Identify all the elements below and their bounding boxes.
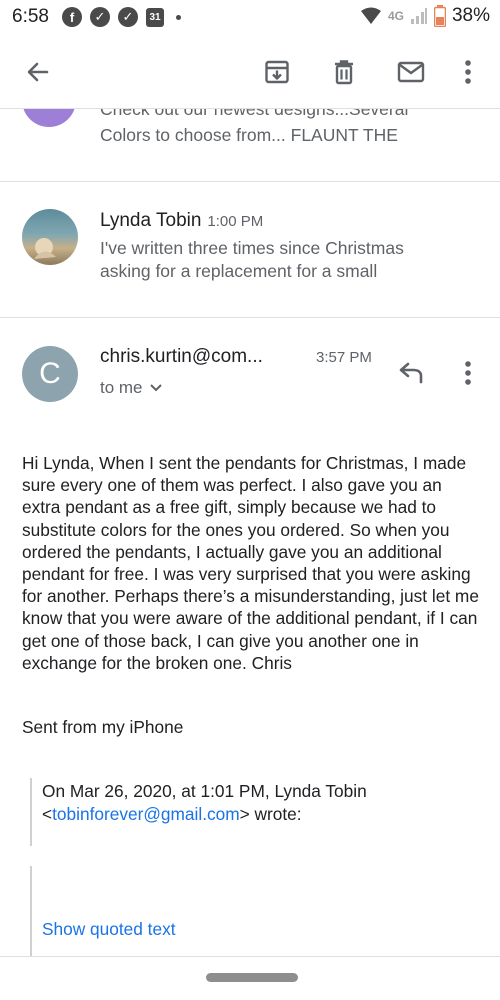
collapsed-message-lynda[interactable]: Lynda Tobin 1:00 PM I've written three ti…: [0, 182, 500, 317]
chevron-down-icon: [149, 384, 162, 392]
facebook-icon: f: [62, 7, 82, 27]
sender-email[interactable]: chris.kurtin@com...: [100, 346, 263, 368]
show-quoted-text-link[interactable]: Show quoted text: [42, 919, 176, 940]
message-more-icon[interactable]: [450, 355, 486, 391]
quote-header: On Mar 26, 2020, at 1:01 PM, Lynda Tobin…: [42, 781, 367, 824]
avatar: [22, 109, 76, 127]
quoted-email-link[interactable]: tobinforever@gmail.com: [52, 804, 240, 824]
quote-bar: [30, 866, 32, 956]
profile-photo: [34, 238, 56, 259]
recipient-details-toggle[interactable]: to me: [100, 378, 163, 398]
delete-icon[interactable]: [326, 54, 362, 90]
preview-line: I've written three times since Christmas: [100, 238, 404, 258]
quote-bar: [30, 778, 32, 846]
message-divider: [0, 317, 500, 318]
collapsed-message-top[interactable]: Check out our newest designs...Several C…: [0, 109, 500, 181]
message-time: 3:57 PM: [316, 349, 372, 366]
preview-line: asking for a replacement for a small: [100, 261, 378, 281]
network-type: 4G: [387, 9, 404, 23]
calendar-icon: 31: [146, 7, 164, 27]
back-arrow-icon[interactable]: [20, 54, 56, 90]
more-vert-icon[interactable]: [450, 54, 486, 90]
more-notifications-dot-icon: [176, 14, 181, 20]
archive-icon[interactable]: [259, 54, 295, 90]
avatar: [22, 209, 78, 265]
gesture-nav-handle[interactable]: [206, 973, 298, 982]
signal-icon: [410, 8, 427, 24]
avatar-letter: C: [39, 357, 61, 390]
message-signature: Sent from my iPhone: [22, 717, 184, 737]
avatar: C: [22, 346, 78, 402]
mark-unread-icon[interactable]: [393, 54, 429, 90]
preview-line: Colors to choose from... FLAUNT THE: [100, 125, 398, 145]
message-body: Hi Lynda, When I sent the pendants for C…: [22, 453, 479, 673]
wifi-icon: [360, 7, 381, 24]
battery-percent: 38%: [451, 5, 490, 26]
toolbar: [0, 36, 500, 108]
sender-name: Lynda Tobin 1:00 PM: [100, 210, 264, 231]
reply-icon[interactable]: [393, 355, 429, 391]
bottom-divider: [0, 956, 500, 957]
status-time: 6:58: [12, 6, 49, 27]
recipient-label: to me: [100, 378, 143, 397]
notification-icons: f ✓ ✓ 31: [62, 7, 181, 27]
system-status: 4G 38%: [360, 5, 490, 27]
check-icon: ✓: [118, 7, 138, 27]
status-bar: 6:58 f ✓ ✓ 31 4G 38%: [0, 0, 500, 36]
preview-line: Check out our newest designs...Several: [100, 109, 409, 119]
battery-icon: [433, 5, 446, 27]
message-time: 1:00 PM: [207, 213, 264, 230]
check-icon: ✓: [90, 7, 110, 27]
